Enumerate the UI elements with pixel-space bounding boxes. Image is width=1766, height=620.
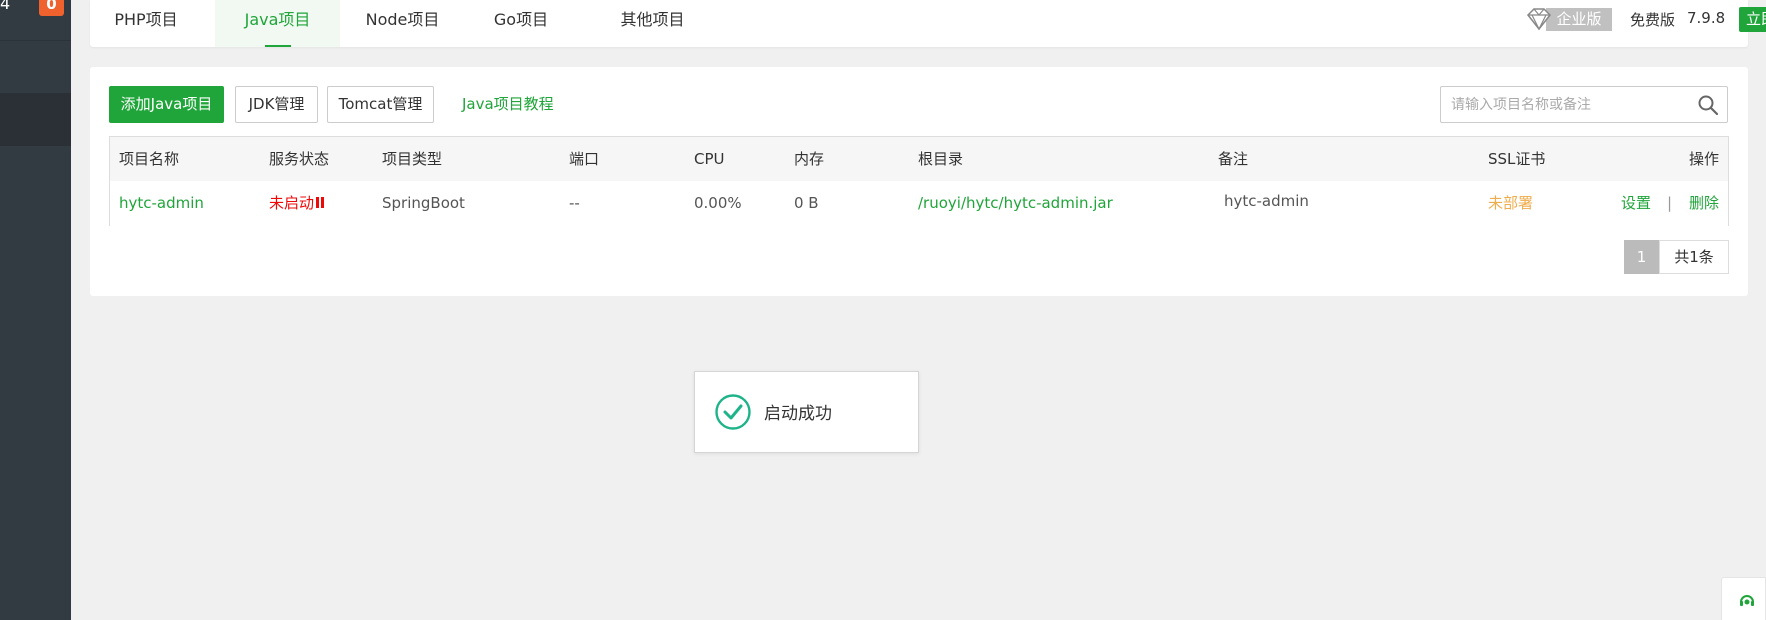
tab-php[interactable]: PHP项目	[90, 0, 202, 47]
sidebar-badge[interactable]: 0	[39, 0, 64, 16]
search-input[interactable]	[1441, 87, 1691, 122]
sidebar: 4 0	[0, 0, 71, 620]
customer-service-widget[interactable]	[1721, 577, 1766, 620]
customer-service-icon	[1740, 595, 1754, 606]
add-java-project-button[interactable]: 添加Java项目	[109, 86, 224, 123]
project-panel: 添加Java项目 JDK管理 Tomcat管理 Java项目教程 项目名称 服务…	[90, 67, 1748, 296]
col-status: 服务状态	[269, 150, 330, 168]
table-header: 项目名称 服务状态 项目类型 端口 CPU 内存 根目录 备注 SSL证书 操作	[110, 137, 1728, 181]
tomcat-manage-button[interactable]: Tomcat管理	[327, 86, 434, 123]
diamond-icon	[1526, 8, 1552, 31]
delete-link[interactable]: 删除	[1689, 181, 1719, 226]
col-note: 备注	[1218, 150, 1249, 168]
col-actions: 操作	[1688, 150, 1719, 168]
page-number-current[interactable]: 1	[1624, 240, 1659, 274]
col-name: 项目名称	[119, 150, 180, 168]
tab-other[interactable]: 其他项目	[590, 0, 715, 47]
col-cpu: CPU	[694, 150, 725, 168]
version-number: 7.9.8	[1687, 9, 1726, 27]
col-ssl: SSL证书	[1488, 150, 1546, 168]
sidebar-item[interactable]	[0, 40, 71, 93]
project-cpu: 0.00%	[694, 194, 742, 212]
success-toast: 启动成功	[694, 371, 919, 453]
action-separator: |	[1667, 194, 1673, 212]
sidebar-item-active[interactable]	[0, 93, 71, 146]
table-row: hytc-admin 未启动 SpringBoot -- 0.00% 0 B /…	[110, 181, 1728, 226]
project-table: 项目名称 服务状态 项目类型 端口 CPU 内存 根目录 备注 SSL证书 操作…	[109, 136, 1729, 226]
status-text: 未启动	[269, 194, 315, 212]
col-type: 项目类型	[382, 150, 443, 168]
sidebar-count: 4	[0, 0, 11, 13]
free-edition-label: 免费版	[1630, 11, 1676, 29]
toast-message: 启动成功	[764, 404, 832, 424]
check-circle-icon	[715, 394, 751, 430]
col-port: 端口	[569, 150, 600, 168]
java-tutorial-link[interactable]: Java项目教程	[462, 86, 554, 123]
enterprise-label: 企业版	[1546, 8, 1612, 31]
col-memory: 内存	[794, 150, 825, 168]
upgrade-button[interactable]: 立即升级	[1739, 7, 1766, 32]
project-note[interactable]: hytc-admin	[1224, 179, 1309, 224]
status-toggle[interactable]: 未启动	[269, 181, 325, 226]
project-name-link[interactable]: hytc-admin	[119, 181, 204, 226]
project-port: --	[569, 194, 580, 212]
project-type-tabs: PHP项目 Java项目 Node项目 Go项目 其他项目 企业版 免费版 7.…	[90, 0, 1766, 47]
settings-link[interactable]: 设置	[1621, 181, 1651, 226]
pause-icon	[316, 197, 325, 208]
project-root-link[interactable]: /ruoyi/hytc/hytc-admin.jar	[918, 181, 1113, 226]
tab-go[interactable]: Go项目	[465, 0, 577, 47]
search-icon[interactable]	[1697, 94, 1719, 116]
page-total: 共1条	[1659, 240, 1729, 274]
tab-java[interactable]: Java项目	[215, 0, 340, 47]
col-root: 根目录	[918, 150, 964, 168]
jdk-manage-button[interactable]: JDK管理	[235, 86, 318, 123]
project-type: SpringBoot	[382, 194, 465, 212]
project-search	[1440, 86, 1728, 123]
project-memory: 0 B	[794, 194, 819, 212]
tab-node[interactable]: Node项目	[340, 0, 465, 47]
ssl-status-link[interactable]: 未部署	[1488, 181, 1533, 226]
